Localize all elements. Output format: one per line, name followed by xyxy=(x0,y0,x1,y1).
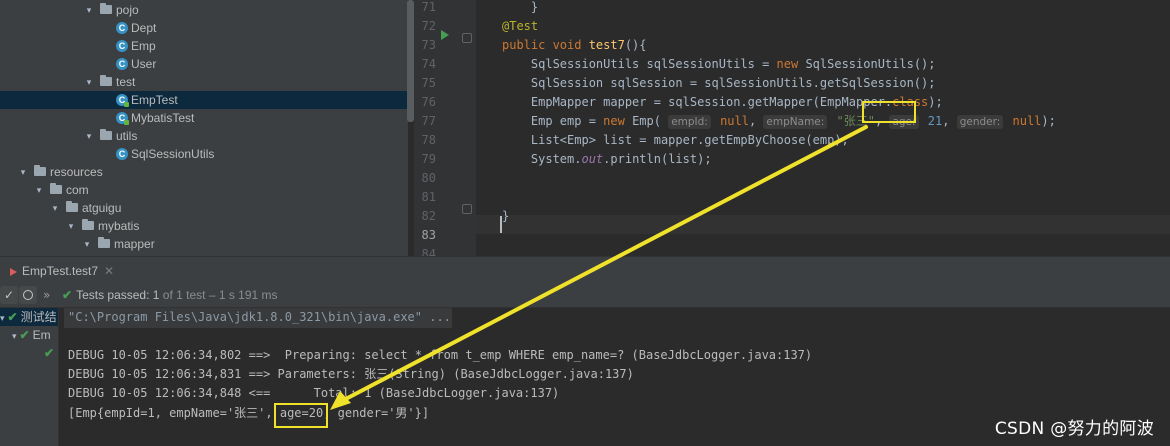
annotation-arrow-head xyxy=(330,391,351,410)
watermark: CSDN @努力的阿波 xyxy=(994,419,1154,439)
annotation-arrow-line xyxy=(338,125,868,404)
annotation-arrow xyxy=(330,125,868,410)
